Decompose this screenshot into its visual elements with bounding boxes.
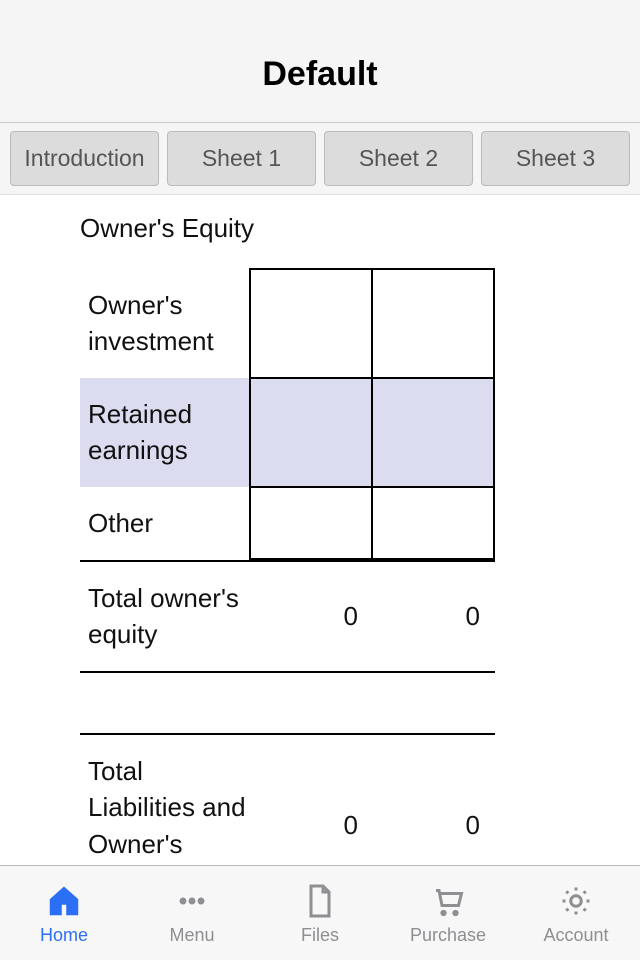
tabbar-label: Menu [169,925,214,946]
header: Default [0,0,640,123]
sheet-tabs: Introduction Sheet 1 Sheet 2 Sheet 3 [0,123,640,195]
table-row: Retained earnings [80,378,494,487]
sheet-content: Owner's Equity Owner's investment Retain… [0,195,640,865]
total-value-1: 0 [250,810,372,841]
tabbar-purchase[interactable]: Purchase [384,866,512,960]
tabbar-home[interactable]: Home [0,866,128,960]
spacer [80,673,640,733]
tabbar-label: Files [301,925,339,946]
tabbar-files[interactable]: Files [256,866,384,960]
total-label: Total Liabilities and Owner's Equity [80,753,250,865]
cell[interactable] [250,269,372,378]
table-row: Other [80,487,494,559]
cart-icon [428,881,468,921]
cell[interactable] [250,487,372,559]
cell[interactable] [372,269,494,378]
equity-table: Owner's investment Retained earnings Oth… [80,268,495,560]
row-label: Other [80,487,250,559]
tabbar-label: Account [543,925,608,946]
tabbar-label: Home [40,925,88,946]
row-label: Retained earnings [80,378,250,487]
tab-sheet-3[interactable]: Sheet 3 [481,131,630,186]
cell[interactable] [372,378,494,487]
home-icon [44,881,84,921]
tabbar-label: Purchase [410,925,486,946]
bottom-tabbar: Home Menu Files Purchase [0,865,640,960]
gear-icon [556,881,596,921]
tabbar-menu[interactable]: Menu [128,866,256,960]
cell[interactable] [250,378,372,487]
section-title: Owner's Equity [80,213,640,244]
tab-sheet-2[interactable]: Sheet 2 [324,131,473,186]
total-owners-equity: Total owner's equity 0 0 [80,560,495,673]
total-value-2: 0 [372,810,494,841]
menu-icon [172,881,212,921]
total-label: Total owner's equity [80,580,250,653]
tab-sheet-1[interactable]: Sheet 1 [167,131,316,186]
tabbar-account[interactable]: Account [512,866,640,960]
file-icon [300,881,340,921]
table-row: Owner's investment [80,269,494,378]
total-value-1: 0 [250,601,372,632]
tab-introduction[interactable]: Introduction [10,131,159,186]
page-title: Default [262,55,377,94]
total-value-2: 0 [372,601,494,632]
row-label: Owner's investment [80,269,250,378]
total-liabilities-equity: Total Liabilities and Owner's Equity 0 0 [80,733,495,865]
cell[interactable] [372,487,494,559]
